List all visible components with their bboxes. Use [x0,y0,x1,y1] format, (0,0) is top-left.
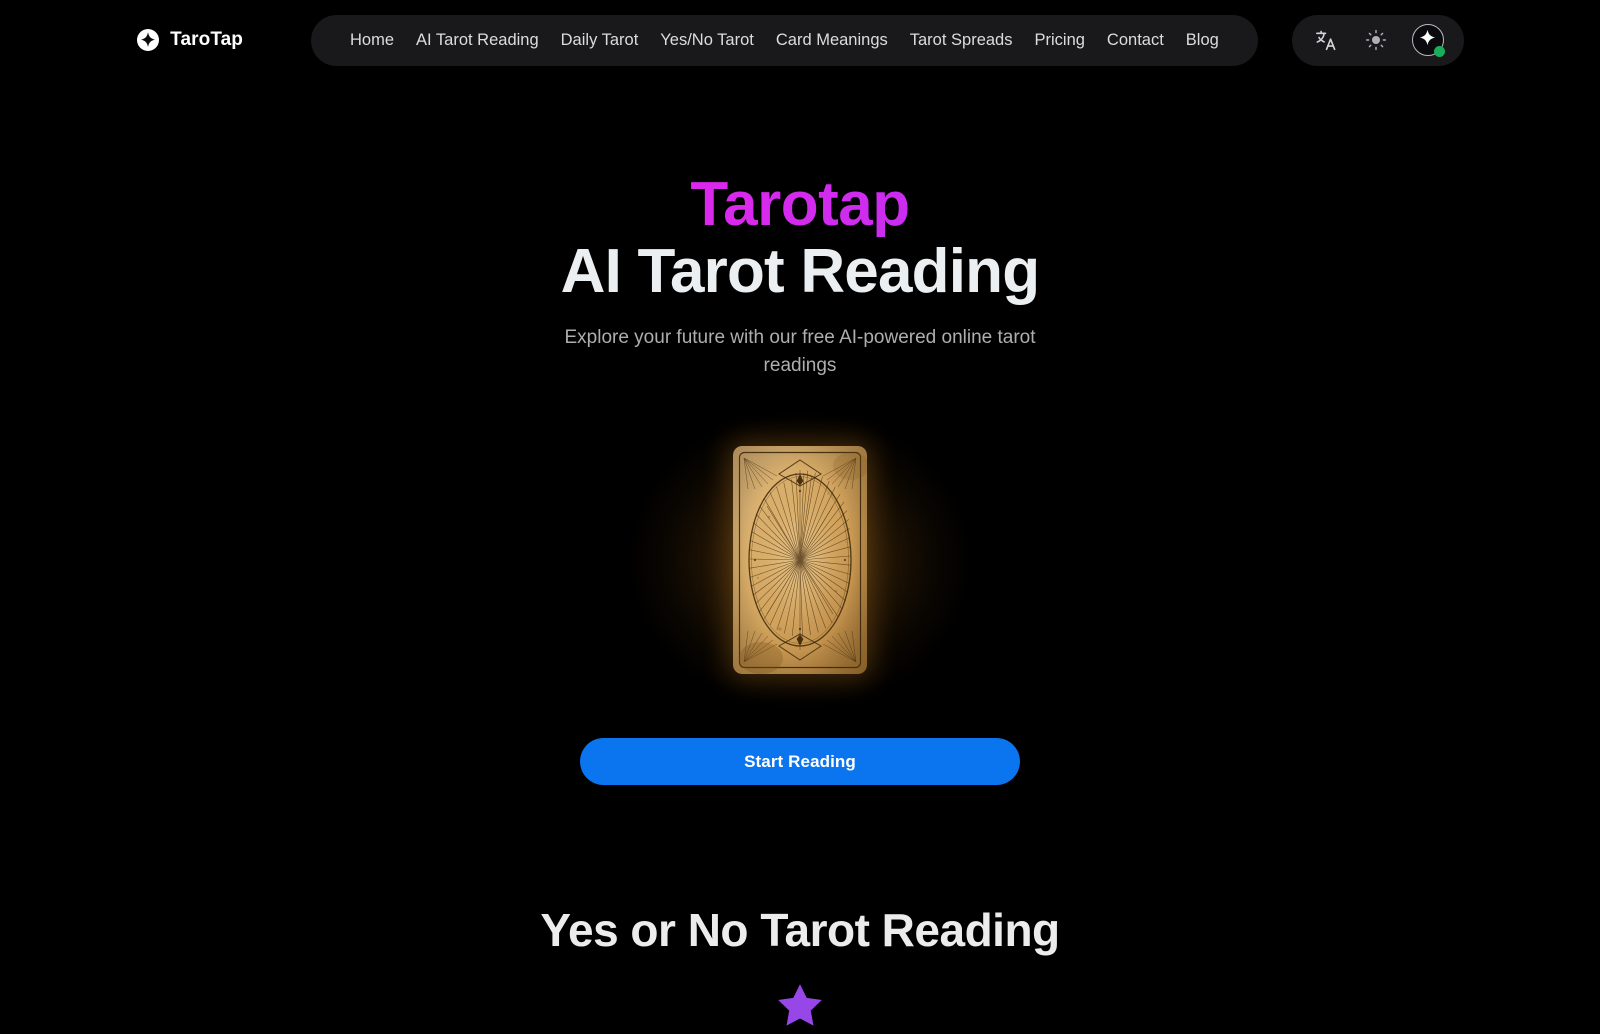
page-title: AI Tarot Reading [560,237,1040,307]
theme-toggle-button[interactable] [1362,26,1390,54]
user-avatar-button[interactable] [1411,24,1445,57]
tarot-card-back[interactable] [733,446,867,675]
hero-section: Tarotap AI Tarot Reading Explore your fu… [0,80,1600,1034]
nav-item-tarot-spreads[interactable]: Tarot Spreads [899,32,1024,49]
nav-item-card-meanings[interactable]: Card Meanings [765,32,899,49]
primary-nav: Home AI Tarot Reading Daily Tarot Yes/No… [311,14,1258,66]
brand-name: TaroTap [170,29,244,50]
status-badge-online [1433,46,1445,57]
nav-item-contact[interactable]: Contact [1096,32,1175,49]
hero-subtitle: Explore your future with our free AI-pow… [564,327,1036,377]
sun-icon [1365,29,1387,51]
nav-item-home[interactable]: Home [339,32,405,49]
nav-item-blog[interactable]: Blog [1175,32,1230,49]
star-icon [776,981,824,1029]
translate-icon [1314,29,1337,52]
start-reading-button[interactable]: Start Reading [580,738,1020,786]
brand-logo[interactable]: TaroTap [136,28,243,52]
language-switcher-button[interactable] [1312,26,1340,54]
yes-no-tarot-section: Yes or No Tarot Reading [0,903,1600,1034]
nav-item-ai-tarot-reading[interactable]: AI Tarot Reading [405,32,550,49]
tarot-card-stage [610,410,990,710]
site-header: TaroTap Home AI Tarot Reading Daily Taro… [0,0,1600,80]
section-title: Yes or No Tarot Reading [540,904,1060,957]
cta-container: Start Reading [0,738,1600,786]
sparkle-circle-icon [136,28,160,52]
nav-item-yes-no-tarot[interactable]: Yes/No Tarot [649,32,765,49]
utility-bar [1291,14,1464,66]
nav-item-pricing[interactable]: Pricing [1023,32,1095,49]
hero-brand-word: Tarotap [0,172,1600,237]
nav-item-daily-tarot[interactable]: Daily Tarot [550,32,650,49]
